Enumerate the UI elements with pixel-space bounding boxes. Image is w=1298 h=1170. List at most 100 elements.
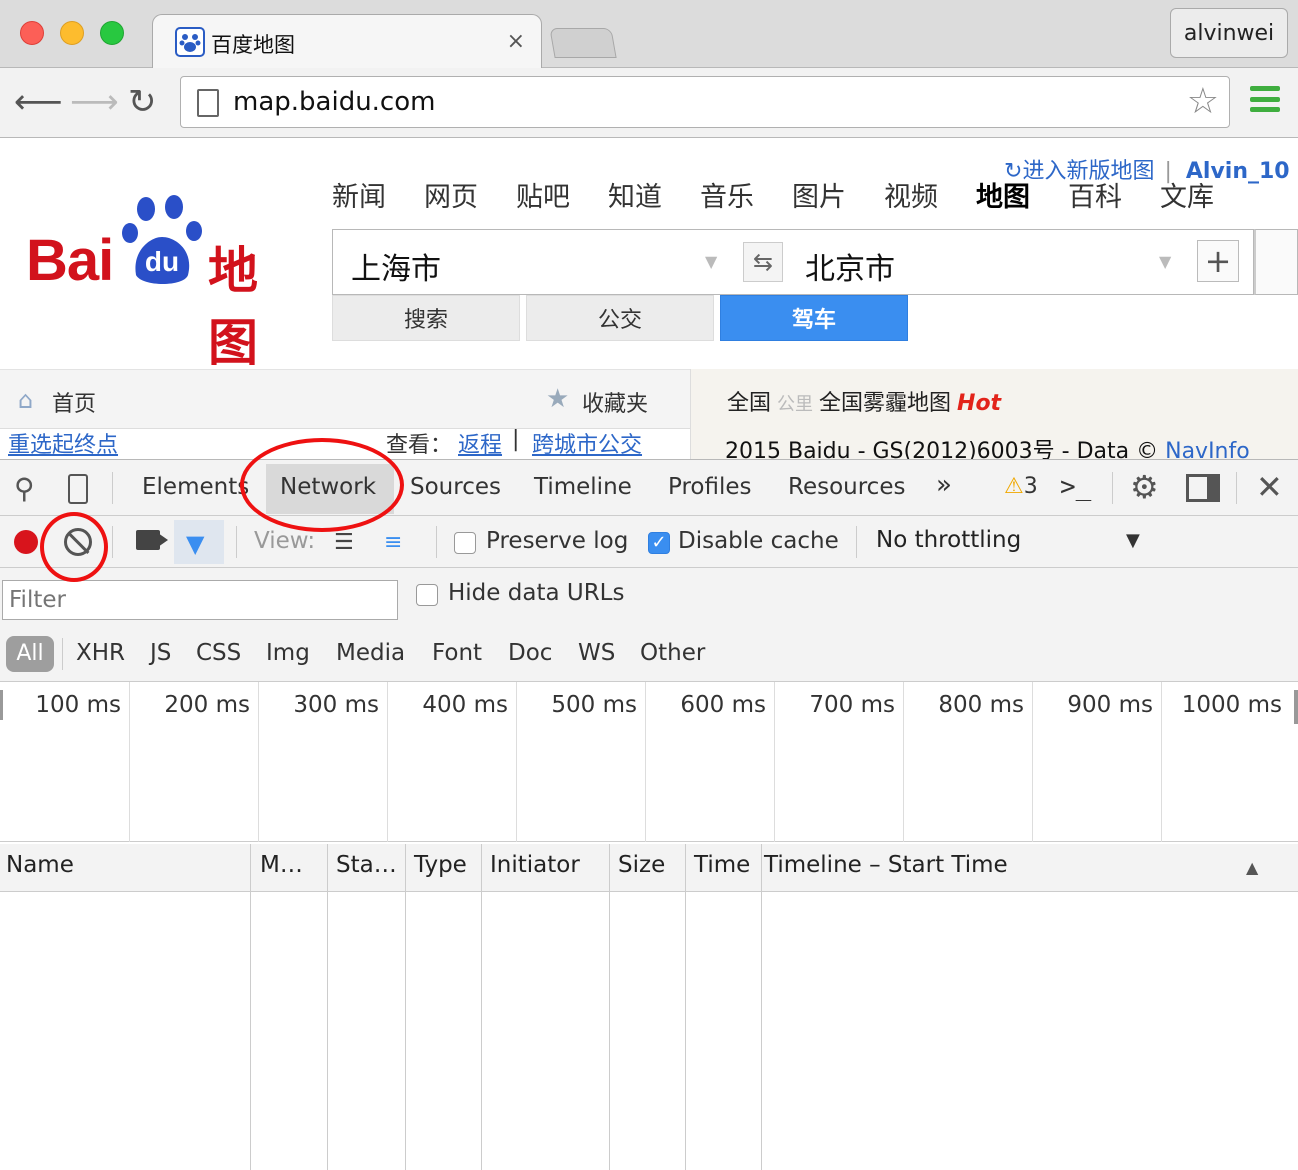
bookmark-star-icon[interactable]: ☆ (1187, 81, 1219, 122)
dock-side-icon[interactable] (1186, 474, 1220, 502)
disable-cache-checkbox[interactable]: ✓ (648, 532, 670, 554)
warnings-counter[interactable]: ⚠3 (1004, 474, 1038, 499)
overview-icon[interactable]: ≡ (384, 530, 402, 555)
nav-item[interactable]: 音乐 (700, 175, 754, 214)
zoom-window-button[interactable] (100, 21, 124, 45)
profile-button[interactable]: alvinwei (1170, 8, 1288, 58)
overview-handle-left[interactable] (0, 690, 3, 720)
col-size[interactable]: Size (618, 852, 665, 878)
browser-tab-bar: 百度地图 × alvinwei (0, 0, 1298, 70)
navinfo-link[interactable]: NavInfo (1165, 439, 1250, 459)
new-tab-button[interactable] (549, 28, 617, 58)
throttling-select[interactable]: No throttling (876, 527, 1021, 553)
chevron-down-icon[interactable]: ▼ (1126, 530, 1140, 551)
forward-icon[interactable]: ⟶ (70, 82, 119, 122)
timeline-tick-label: 100 ms (35, 692, 121, 718)
nav-item[interactable]: 知道 (608, 175, 662, 214)
nav-item[interactable]: 网页 (424, 175, 478, 214)
type-filter-all[interactable]: All (6, 636, 54, 672)
large-rows-icon[interactable]: ☰ (334, 530, 354, 555)
url-text[interactable]: map.baidu.com (233, 87, 435, 117)
timeline-tick-label: 700 ms (809, 692, 895, 718)
nav-item[interactable]: 视频 (884, 175, 938, 214)
star-icon[interactable]: ★ (546, 384, 569, 414)
menu-icon[interactable] (1250, 86, 1280, 112)
tab-profiles[interactable]: Profiles (668, 474, 752, 500)
type-filter-xhr[interactable]: XHR (76, 640, 125, 666)
nav-item[interactable]: 地图 (976, 175, 1030, 214)
tab-search[interactable]: 搜索 (332, 295, 520, 341)
tab-drive[interactable]: 驾车 (720, 295, 908, 341)
map-area[interactable]: 全国 公里 全国雾霾地图 Hot 2015 Baidu - GS(2012)6003号… (690, 369, 1298, 459)
preserve-log-checkbox[interactable] (454, 532, 476, 554)
baidu-map-logo[interactable]: Bai du 地图 (26, 191, 306, 372)
timeline-overview[interactable]: 100 ms 200 ms 300 ms 400 ms 500 ms 600 ms 700 … (0, 682, 1298, 842)
destination-input[interactable]: 北京市 (805, 244, 895, 288)
col-initiator[interactable]: Initiator (490, 852, 580, 878)
close-window-button[interactable] (20, 21, 44, 45)
type-filter-img[interactable]: Img (266, 640, 310, 666)
type-filter-font[interactable]: Font (432, 640, 482, 666)
home-icon[interactable]: ⌂ (18, 386, 33, 414)
col-timeline[interactable]: Timeline – Start Time (764, 852, 1008, 878)
overview-handle-right[interactable] (1294, 690, 1298, 724)
console-drawer-icon[interactable]: >_ (1060, 472, 1091, 502)
filter-input[interactable] (2, 580, 398, 620)
search-icon[interactable]: ⚲ (14, 472, 35, 505)
region-label[interactable]: 全国 (727, 391, 771, 416)
swap-button[interactable]: ⇆ (743, 242, 783, 282)
add-waypoint-button[interactable]: + (1197, 240, 1239, 282)
search-button-edge[interactable] (1254, 229, 1298, 295)
col-method[interactable]: M… (260, 852, 303, 878)
col-name[interactable]: Name (6, 852, 74, 878)
disable-cache-label[interactable]: Disable cache (678, 528, 839, 554)
type-filter-js[interactable]: JS (150, 640, 171, 666)
origin-input[interactable]: 上海市 (351, 244, 441, 288)
type-filter-css[interactable]: CSS (196, 640, 241, 666)
browser-tab[interactable]: 百度地图 × (152, 14, 542, 70)
tab-transit[interactable]: 公交 (526, 295, 714, 341)
chevron-down-icon[interactable]: ▼ (705, 252, 717, 271)
divider (856, 526, 857, 558)
favorites-link[interactable]: 收藏夹 (582, 386, 648, 418)
type-filter-media[interactable]: Media (336, 640, 405, 666)
record-button[interactable] (14, 530, 38, 554)
preserve-log-label[interactable]: Preserve log (486, 528, 628, 554)
type-filter-doc[interactable]: Doc (508, 640, 552, 666)
nav-item[interactable]: 新闻 (332, 175, 386, 214)
hide-data-urls-checkbox[interactable] (416, 584, 438, 606)
return-link[interactable]: 返程 (458, 427, 502, 459)
col-status[interactable]: Sta… (336, 852, 397, 878)
hide-data-urls-label[interactable]: Hide data URLs (448, 580, 624, 606)
capture-screenshots-icon[interactable] (136, 530, 160, 550)
minimize-window-button[interactable] (60, 21, 84, 45)
nav-item[interactable]: 图片 (792, 175, 846, 214)
more-tabs-icon[interactable]: » (936, 470, 952, 500)
close-icon[interactable]: ✕ (1256, 468, 1283, 506)
filter-icon[interactable]: ▼ (186, 530, 204, 558)
nav-item[interactable]: 贴吧 (516, 175, 570, 214)
reload-icon[interactable]: ↻ (128, 82, 157, 122)
smog-map-link[interactable]: 全国雾霾地图 (819, 391, 951, 416)
chevron-down-icon[interactable]: ▼ (1159, 252, 1171, 271)
col-time[interactable]: Time (694, 852, 750, 878)
col-type[interactable]: Type (414, 852, 467, 878)
sort-arrow-icon[interactable]: ▲ (1246, 858, 1258, 877)
nav-item[interactable]: 文库 (1160, 175, 1214, 214)
device-mode-icon[interactable] (68, 474, 88, 504)
gear-icon[interactable]: ⚙ (1130, 468, 1159, 506)
reselect-link[interactable]: 重选起终点 (8, 427, 118, 459)
tab-close-icon[interactable]: × (507, 29, 525, 54)
back-icon[interactable]: ⟵ (14, 82, 63, 122)
nav-item[interactable]: 百科 (1068, 175, 1122, 214)
tab-timeline[interactable]: Timeline (534, 474, 632, 500)
home-link[interactable]: 首页 (52, 386, 96, 418)
tab-sources[interactable]: Sources (410, 474, 501, 500)
tab-elements[interactable]: Elements (142, 474, 249, 500)
type-filter-ws[interactable]: WS (578, 640, 615, 666)
tab-resources[interactable]: Resources (788, 474, 905, 500)
address-bar[interactable]: map.baidu.com ☆ (180, 76, 1230, 128)
intercity-link[interactable]: 跨城市公交 (532, 427, 642, 459)
type-filter-other[interactable]: Other (640, 640, 705, 666)
timeline-tick-label: 600 ms (680, 692, 766, 718)
